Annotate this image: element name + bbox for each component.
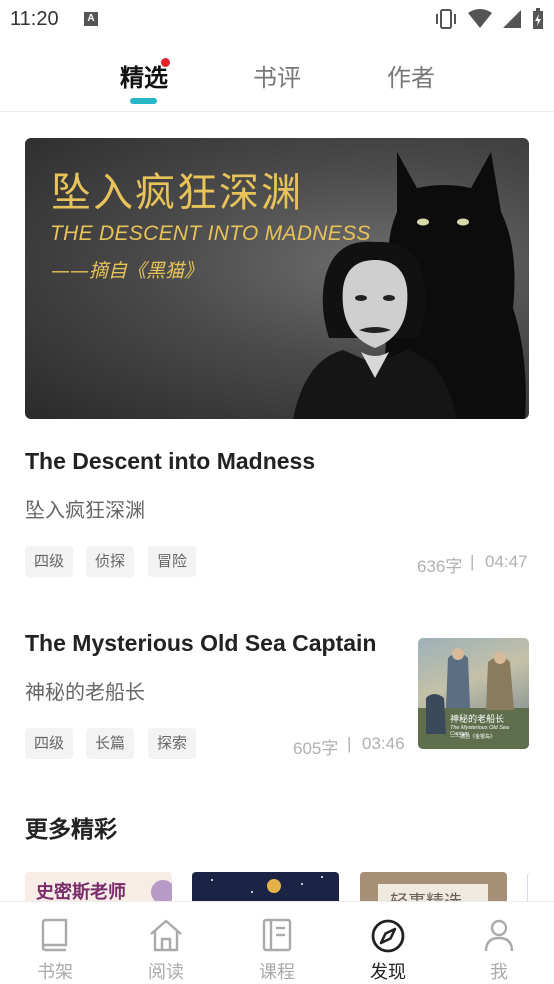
thumbnail-source: ——摘自《金银岛》 <box>450 734 496 740</box>
tab-reviews[interactable]: 书评 <box>253 58 301 93</box>
article-title: The Descent into Madness <box>25 448 316 474</box>
status-bar: 11:20 A <box>0 0 554 38</box>
word-count: 605字 <box>293 739 339 758</box>
nav-label: 阅读 <box>148 962 184 983</box>
course-icon <box>262 918 292 952</box>
nav-label: 书架 <box>37 962 73 983</box>
notification-icon: A <box>84 12 98 26</box>
top-tabs: 精选 书评 作者 <box>0 50 554 112</box>
hero-title-cn: 坠入疯狂深渊 <box>51 170 303 216</box>
nav-discover[interactable]: 发现 <box>333 902 443 984</box>
book-icon <box>41 918 68 952</box>
more-card-label: 轻事精选 <box>390 888 462 902</box>
battery-icon <box>533 8 543 29</box>
tag-genre: 长篇 <box>86 728 135 759</box>
hero-title-en: THE DESCENT INTO MADNESS <box>50 222 371 245</box>
more-card-label: 史密斯老师 <box>36 882 126 902</box>
nav-label: 发现 <box>370 962 406 983</box>
tab-active-indicator <box>130 98 157 104</box>
vibrate-icon <box>436 9 456 29</box>
home-icon <box>150 919 182 952</box>
nav-label: 我 <box>490 962 508 983</box>
more-card-3[interactable]: 轻事精选 <box>360 872 507 902</box>
teacher-illustration <box>151 880 172 902</box>
read-duration: 03:46 <box>362 734 405 753</box>
meta-separator: | <box>470 552 475 571</box>
article-subtitle: 坠入疯狂深渊 <box>25 498 145 522</box>
status-icons <box>434 8 544 30</box>
compass-icon <box>371 919 405 953</box>
read-duration: 04:47 <box>485 552 528 571</box>
tab-authors[interactable]: 作者 <box>387 58 435 93</box>
hero-banner[interactable]: 坠入疯狂深渊 THE DESCENT INTO MADNESS ——摘自《黑猫》 <box>25 138 529 419</box>
nav-label: 课程 <box>259 962 295 983</box>
nav-reading[interactable]: 阅读 <box>111 902 221 984</box>
more-card-4[interactable] <box>527 872 554 902</box>
nav-courses[interactable]: 课程 <box>222 902 332 984</box>
nav-me[interactable]: 我 <box>444 902 554 984</box>
article-thumbnail: 神秘的老船长 The Mysterious Old Sea Captain ——… <box>418 638 529 749</box>
tag-level: 四级 <box>25 728 74 759</box>
tag-theme: 探索 <box>148 728 197 759</box>
tab-featured-dot <box>161 58 170 67</box>
wifi-icon <box>468 9 492 28</box>
person-icon <box>484 919 514 952</box>
more-card-1[interactable]: 史密斯老师 <box>25 872 172 902</box>
article-title: The Mysterious Old Sea Captain <box>25 630 377 656</box>
status-time: 11:20 <box>10 8 59 30</box>
hero-subtitle: ——摘自《黑猫》 <box>51 260 204 282</box>
tag-theme: 冒险 <box>148 546 197 577</box>
meta-separator: | <box>347 734 352 753</box>
bottom-nav: 书架 阅读 课程 发现 我 <box>0 901 554 984</box>
little-prince-illustration <box>211 876 323 893</box>
tag-level: 四级 <box>25 546 74 577</box>
word-count: 636字 <box>417 557 463 576</box>
article-subtitle: 神秘的老船长 <box>25 680 145 704</box>
more-card-2[interactable] <box>192 872 339 902</box>
thumbnail-title: 神秘的老船长 <box>450 715 505 725</box>
tag-genre: 侦探 <box>86 546 135 577</box>
nav-bookshelf[interactable]: 书架 <box>0 902 110 984</box>
section-title-more: 更多精彩 <box>25 817 117 843</box>
signal-icon <box>503 10 521 28</box>
